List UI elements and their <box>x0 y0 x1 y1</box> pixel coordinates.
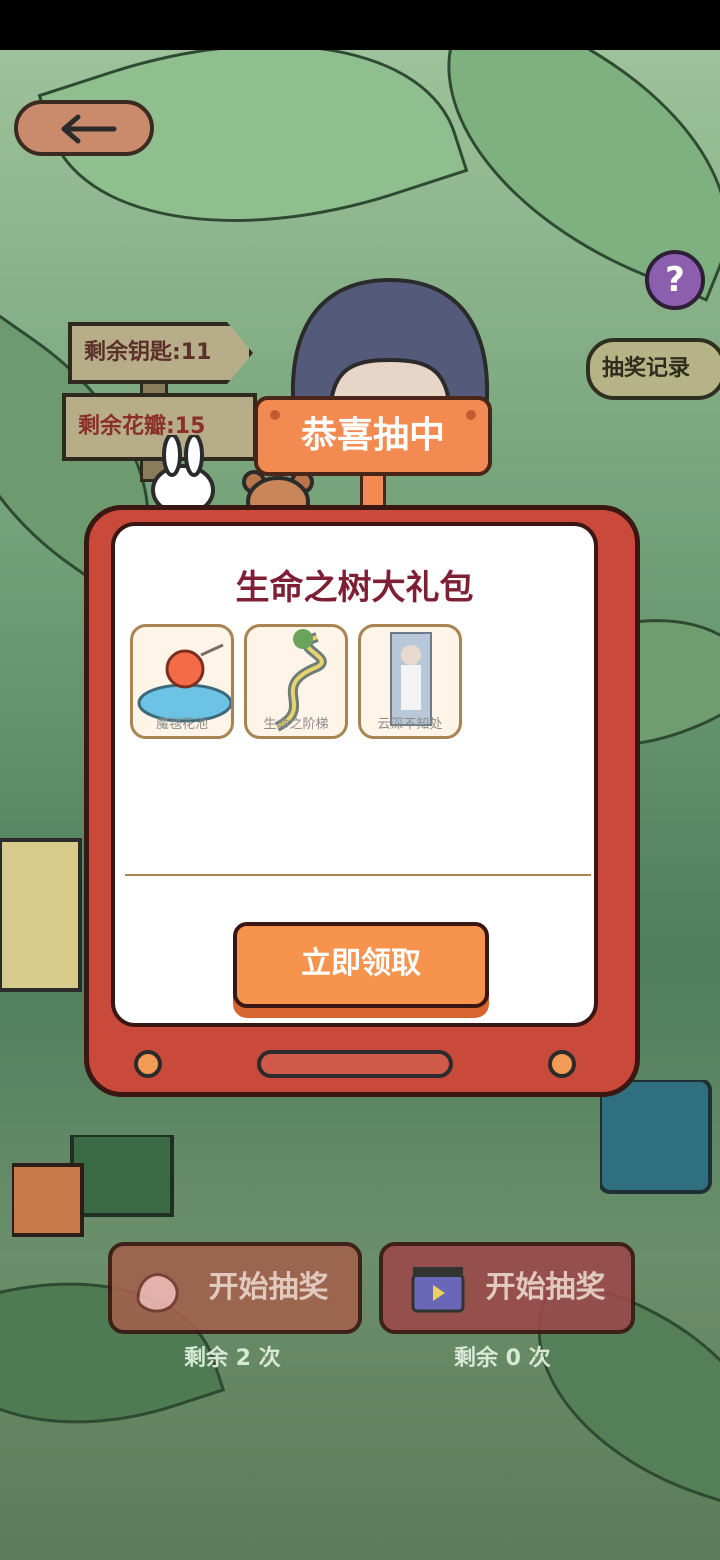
prize-item-label: 云深不知处 <box>377 717 443 732</box>
petal-icon <box>136 1272 179 1313</box>
prize-items: 魔毯花池 生命之阶梯 云深不知处 <box>130 624 462 739</box>
tv-knob-right <box>548 1050 576 1078</box>
help-button[interactable]: ? <box>645 250 705 310</box>
bunny-icon <box>151 435 215 515</box>
arrow-left-icon <box>61 114 117 144</box>
video-clapper-icon <box>411 1266 465 1312</box>
claim-button[interactable]: 立即领取 <box>233 922 489 1008</box>
video-draws-remaining: 剩余 0 次 <box>454 1346 551 1371</box>
draw-with-video-button[interactable]: 开始抽奖 <box>379 1242 635 1334</box>
keys-remaining-text: 剩余钥匙:11 <box>84 340 212 365</box>
draw-with-video-label: 开始抽奖 <box>485 1270 606 1305</box>
radio-decoration <box>600 1080 712 1194</box>
draw-with-petals-button[interactable]: 开始抽奖 <box>108 1242 362 1334</box>
divider <box>125 874 591 876</box>
tv-controls <box>134 1050 576 1078</box>
draw-with-petals-label: 开始抽奖 <box>208 1270 329 1305</box>
congrats-banner: 恭喜抽中 <box>254 396 492 476</box>
tv-knob-left <box>134 1050 162 1078</box>
prize-item[interactable]: 魔毯花池 <box>130 624 234 739</box>
prize-card: 生命之树大礼包 魔毯花池 生命之阶梯 云深不知处 立即领取 <box>111 522 598 1027</box>
prize-item[interactable]: 云深不知处 <box>358 624 462 739</box>
prize-item-label: 生命之阶梯 <box>263 717 329 732</box>
game-screen: ? 抽奖记录 剩余钥匙:11 剩余花瓣:15 恭喜抽中 生命之树大礼包 魔毯花池… <box>0 0 720 1560</box>
boxes-decoration <box>12 1135 174 1237</box>
claim-label: 立即领取 <box>301 946 421 981</box>
prize-title: 生命之树大礼包 <box>235 568 474 608</box>
back-button[interactable] <box>14 100 154 156</box>
prize-item[interactable]: 生命之阶梯 <box>244 624 348 739</box>
tv-slot <box>257 1050 453 1078</box>
record-label: 抽奖记录 <box>602 356 691 381</box>
draw-record-button[interactable]: 抽奖记录 <box>586 338 720 400</box>
question-icon: ? <box>665 260 685 300</box>
congrats-text: 恭喜抽中 <box>300 415 445 456</box>
keys-remaining-sign: 剩余钥匙:11 <box>68 322 253 384</box>
petal-draws-remaining: 剩余 2 次 <box>184 1346 281 1371</box>
prize-item-label: 魔毯花池 <box>155 717 208 732</box>
